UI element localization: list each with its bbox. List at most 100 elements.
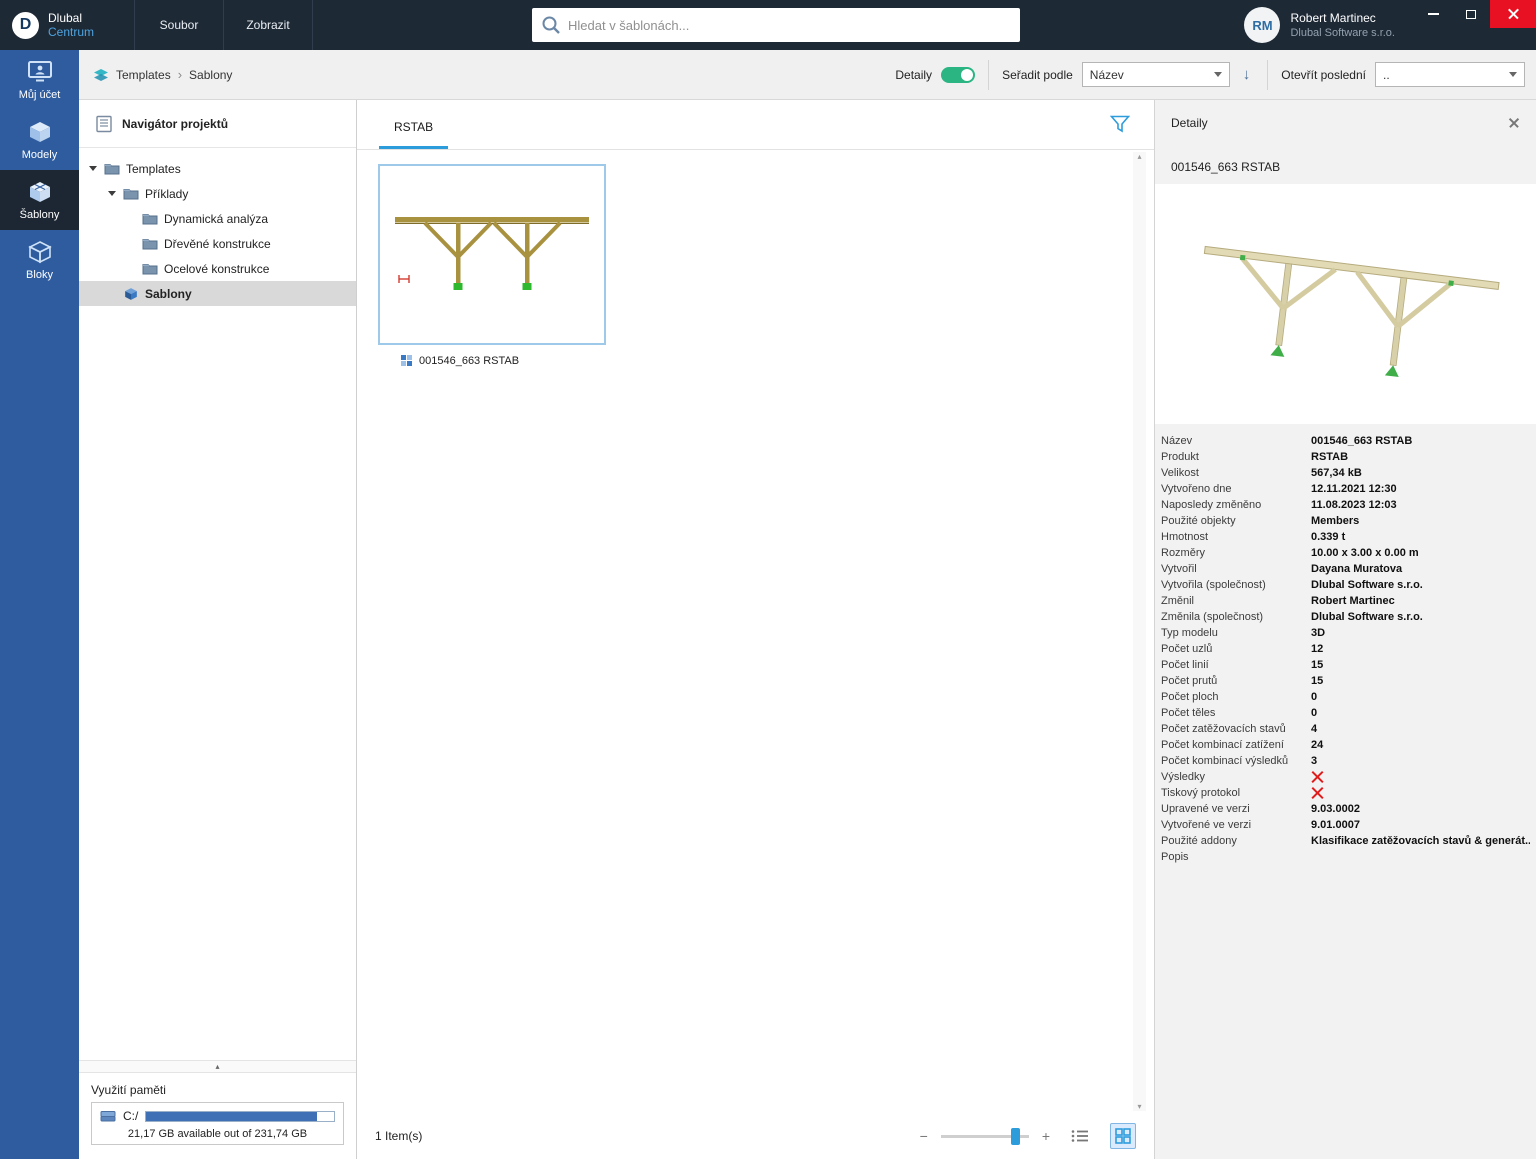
zoom-in-button[interactable]: + xyxy=(1042,1128,1050,1144)
property-label: Změnila (společnost) xyxy=(1161,611,1264,623)
window-controls xyxy=(1414,0,1536,28)
memory-usage-text: 21,17 GB available out of 231,74 GB xyxy=(127,1128,308,1140)
property-value: 12 xyxy=(1311,643,1324,655)
details-item-title: 001546_663 RSTAB xyxy=(1171,160,1281,174)
templates-stack-icon xyxy=(94,68,108,81)
zoom-slider[interactable] xyxy=(940,1127,1029,1145)
sort-direction-button[interactable]: ↓ xyxy=(1239,66,1255,83)
user-area[interactable]: RM Robert Martinec Dlubal Software s.r.o… xyxy=(1244,0,1395,50)
tree-item[interactable]: Ocelové konstrukce xyxy=(79,256,356,281)
app-subtitle: Centrum xyxy=(48,25,95,39)
tab-rstab[interactable]: RSTAB xyxy=(379,120,449,149)
templates-cube-icon xyxy=(29,181,50,202)
property-label: Naposledy změněno xyxy=(1161,499,1262,511)
tree-item[interactable]: Sablony xyxy=(79,281,356,306)
details-close-icon[interactable] xyxy=(1508,117,1520,129)
property-row: Počet uzlů 12 xyxy=(1161,641,1530,657)
menu-separator xyxy=(312,0,313,50)
property-row: Popis xyxy=(1161,849,1530,865)
sidebar-item[interactable]: Můj účet xyxy=(0,50,79,110)
property-label: Vytvořil xyxy=(1161,563,1197,575)
folder-icon xyxy=(104,164,120,175)
property-label: Produkt xyxy=(1161,451,1199,463)
tree-item[interactable]: Templates xyxy=(79,156,356,181)
minimize-button[interactable] xyxy=(1414,0,1452,28)
property-value: 24 xyxy=(1311,739,1324,751)
property-row: Vytvořené ve verzi 9.01.0007 xyxy=(1161,817,1530,833)
filter-button[interactable] xyxy=(1109,115,1131,136)
sort-label: Seřadit podle xyxy=(1002,67,1073,82)
zoom-slider-handle[interactable] xyxy=(1010,1127,1020,1145)
property-label: Počet linií xyxy=(1161,659,1209,671)
breadcrumb-sablony[interactable]: Sablony xyxy=(189,68,232,82)
template-card[interactable]: 001546_663 RSTAB xyxy=(378,164,606,367)
property-row: Počet těles 0 xyxy=(1161,705,1530,721)
sidebar-item[interactable]: Modely xyxy=(0,110,79,170)
sort-select[interactable]: Název xyxy=(1081,62,1230,87)
property-value: 15 xyxy=(1311,659,1324,671)
app-title: Dlubal Centrum xyxy=(48,11,94,40)
tree-item-label: Ocelové konstrukce xyxy=(164,261,270,276)
property-row: Vytvořila (společnost) Dlubal Software s… xyxy=(1161,577,1530,593)
tree-item[interactable]: Příklady xyxy=(79,181,356,206)
tree-item[interactable]: Dřevěné konstrukce xyxy=(79,231,356,256)
property-value: Members xyxy=(1311,515,1360,527)
template-browser: RSTAB 001546_663 RSTAB ▴ ▾ 1 Item(s) − + xyxy=(357,100,1154,1159)
property-row: Výsledky xyxy=(1161,769,1530,785)
tab-bar: RSTAB xyxy=(357,100,1154,150)
property-value: 12.11.2021 12:30 xyxy=(1311,483,1397,495)
details-toggle[interactable] xyxy=(941,66,976,83)
memory-usage-title: Využití paměti xyxy=(91,1083,166,1097)
property-row: Typ modelu 3D xyxy=(1161,625,1530,641)
zoom-out-button[interactable]: − xyxy=(920,1128,928,1144)
scroll-down-icon[interactable]: ▾ xyxy=(1137,1102,1141,1111)
property-value: 10.00 x 3.00 x 0.00 m xyxy=(1311,547,1419,559)
breadcrumb-templates[interactable]: Templates xyxy=(116,68,171,82)
grid-view-button[interactable] xyxy=(1110,1123,1136,1149)
property-value: 3 xyxy=(1311,755,1318,767)
property-value: 3D xyxy=(1311,627,1326,639)
search-box[interactable] xyxy=(532,8,1020,42)
memory-usage-widget: Využití paměti C:/ 21,17 GB available ou… xyxy=(79,1075,356,1159)
list-view-icon xyxy=(1071,1130,1088,1142)
open-recent-select[interactable]: .. xyxy=(1375,62,1525,87)
vertical-scrollbar[interactable]: ▴ ▾ xyxy=(1133,152,1146,1111)
property-row: Počet linií 15 xyxy=(1161,657,1530,673)
property-value: 11.08.2023 12:03 xyxy=(1311,499,1397,511)
property-label: Počet kombinací zatížení xyxy=(1161,739,1284,751)
user-company: Dlubal Software s.r.o. xyxy=(1290,26,1395,39)
property-row: Změnila (společnost) Dlubal Software s.r… xyxy=(1161,609,1530,625)
close-button[interactable] xyxy=(1490,0,1536,28)
sidebar-item[interactable]: Šablony xyxy=(0,170,79,230)
property-value: 0 xyxy=(1311,691,1318,703)
property-value: Dlubal Software s.r.o. xyxy=(1311,579,1423,591)
property-label: Název xyxy=(1161,435,1193,447)
menu-soubor[interactable]: Soubor xyxy=(135,0,223,50)
menu-zobrazit[interactable]: Zobrazit xyxy=(224,0,312,50)
folder-icon xyxy=(142,214,158,225)
list-view-button[interactable] xyxy=(1067,1123,1093,1149)
scroll-up-icon[interactable]: ▴ xyxy=(1137,152,1141,161)
toolbar-right: Detaily Seřadit podle Název ↓ Otevřít po… xyxy=(895,59,1536,90)
expander-icon[interactable] xyxy=(89,166,97,171)
property-value: 4 xyxy=(1311,723,1318,735)
property-label: Vytvořené ve verzi xyxy=(1161,819,1252,831)
property-list: Název 001546_663 RSTAB Produkt RSTAB Vel… xyxy=(1155,424,1536,865)
property-row: Velikost 567,34 kB xyxy=(1161,465,1530,481)
property-value: Robert Martinec xyxy=(1311,595,1395,607)
expander-icon[interactable] xyxy=(108,191,116,196)
maximize-button[interactable] xyxy=(1452,0,1490,28)
property-row: Upravené ve verzi 9.03.0002 xyxy=(1161,801,1530,817)
chevron-down-icon xyxy=(1213,72,1222,77)
property-label: Tiskový protokol xyxy=(1161,787,1241,799)
sidebar-item[interactable]: Bloky xyxy=(0,230,79,290)
search-input[interactable] xyxy=(568,17,1012,33)
sidebar: Můj účet Modely Šablony Bloky xyxy=(0,50,79,1159)
property-label: Změnil xyxy=(1161,595,1195,607)
navigator-splitter[interactable]: ▴ xyxy=(79,1060,356,1073)
open-recent-value: .. xyxy=(1383,67,1390,82)
property-label: Počet ploch xyxy=(1161,691,1219,703)
avatar[interactable]: RM xyxy=(1244,7,1281,43)
tree-item[interactable]: Dynamická analýza xyxy=(79,206,356,231)
structure-preview-3d xyxy=(1203,245,1500,378)
